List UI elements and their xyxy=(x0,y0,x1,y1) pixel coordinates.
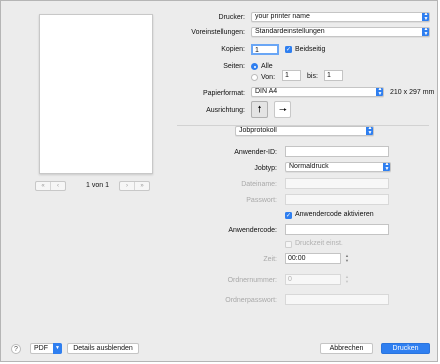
landscape-icon[interactable]: 🠕 xyxy=(274,101,291,118)
paper-label: Papierformat: xyxy=(202,90,245,97)
user-code-checkbox[interactable]: ✓ xyxy=(285,212,292,219)
print-time-checkbox xyxy=(285,241,292,248)
next-page-icon[interactable]: › xyxy=(120,182,135,190)
paper-dimensions: 210 x 297 mm xyxy=(390,89,435,96)
pages-to-label: bis: xyxy=(307,73,318,80)
copies-label: Kopien: xyxy=(221,46,245,53)
pages-label: Seiten: xyxy=(223,63,245,70)
pages-from-label: Von: xyxy=(261,74,276,81)
folder-number-label: Ordnernummer: xyxy=(227,277,277,284)
print-dialog: « ‹ 1 von 1 › » Drucker: your printer na… xyxy=(0,0,438,362)
user-code-label: Anwendercode: xyxy=(228,227,277,234)
chevron-updown-icon: ▲ ▼ xyxy=(366,126,373,136)
job-type-label: Jobtyp: xyxy=(254,165,277,172)
user-code-check-label: Anwendercode aktivieren xyxy=(295,211,374,218)
print-button[interactable]: Drucken xyxy=(381,343,430,354)
chevron-updown-icon: ▲ ▼ xyxy=(422,27,429,37)
duplex-label: Beidseitig xyxy=(295,46,326,53)
portrait-icon[interactable]: 🠕 xyxy=(251,101,268,118)
paper-select[interactable]: DIN A4 ▲ ▼ xyxy=(251,87,384,97)
paper-value: DIN A4 xyxy=(255,88,278,95)
job-type-value: Normaldruck xyxy=(289,163,329,170)
pdf-label: PDF xyxy=(34,345,48,352)
user-code-input[interactable] xyxy=(285,224,389,235)
duplex-checkbox[interactable]: ✓ xyxy=(285,46,292,53)
previous-page-icon[interactable]: ‹ xyxy=(51,182,65,190)
time-label: Zeit: xyxy=(263,256,277,263)
chevron-down-icon: ▼ xyxy=(53,343,62,354)
pages-range-radio[interactable] xyxy=(251,74,258,81)
folder-number-input: 0 xyxy=(285,274,341,285)
last-page-icon[interactable]: » xyxy=(135,182,149,190)
section-select[interactable]: Jobprotokoll ▲ ▼ xyxy=(235,126,374,136)
details-button[interactable]: Details ausblenden xyxy=(67,343,139,354)
chevron-updown-icon: ▲ ▼ xyxy=(422,12,429,22)
time-stepper-icon[interactable]: ▲ ▼ xyxy=(344,253,350,264)
password-label: Passwort: xyxy=(246,197,277,204)
cancel-button[interactable]: Abbrechen xyxy=(320,343,373,354)
presets-select[interactable]: Standardeinstellungen ▲ ▼ xyxy=(251,27,430,37)
printer-select[interactable]: your printer name ▲ ▼ xyxy=(251,12,430,22)
chevron-updown-icon: ▲ ▼ xyxy=(376,87,383,97)
pages-to-input[interactable]: 1 xyxy=(324,70,343,81)
folder-password-label: Ordnerpasswort: xyxy=(225,297,277,304)
job-type-select[interactable]: Normaldruck ▲ ▼ xyxy=(285,162,391,172)
orientation-label: Ausrichtung: xyxy=(206,107,245,114)
print-time-check-label: Druckzeit einst. xyxy=(295,240,343,247)
printer-label: Drucker: xyxy=(218,14,245,21)
pages-from-input[interactable]: 1 xyxy=(282,70,301,81)
page-counter: 1 von 1 xyxy=(86,182,109,189)
page-preview xyxy=(39,14,153,174)
pdf-menu-button[interactable]: PDF ▼ xyxy=(30,343,62,354)
user-id-label: Anwender-ID: xyxy=(234,149,277,156)
help-button[interactable]: ? xyxy=(11,344,21,354)
section-value: Jobprotokoll xyxy=(239,127,277,134)
filename-input xyxy=(285,178,389,189)
presets-value: Standardeinstellungen xyxy=(255,28,325,35)
password-input xyxy=(285,194,389,205)
filename-label: Dateiname: xyxy=(241,181,277,188)
user-id-input[interactable] xyxy=(285,146,389,157)
folder-password-input xyxy=(285,294,389,305)
first-page-icon[interactable]: « xyxy=(36,182,51,190)
folder-number-stepper-icon: ▲ ▼ xyxy=(345,274,349,284)
copies-input[interactable]: 1 xyxy=(251,44,279,55)
printer-value: your printer name xyxy=(255,13,310,20)
pages-all-label: Alle xyxy=(261,63,273,70)
preview-nav-back: « ‹ xyxy=(35,181,66,191)
pages-all-radio[interactable] xyxy=(251,63,258,70)
presets-label: Voreinstellungen: xyxy=(191,29,245,36)
preview-nav-forward: › » xyxy=(119,181,150,191)
chevron-updown-icon: ▲ ▼ xyxy=(383,162,390,172)
time-input[interactable]: 00:00 xyxy=(285,253,341,264)
